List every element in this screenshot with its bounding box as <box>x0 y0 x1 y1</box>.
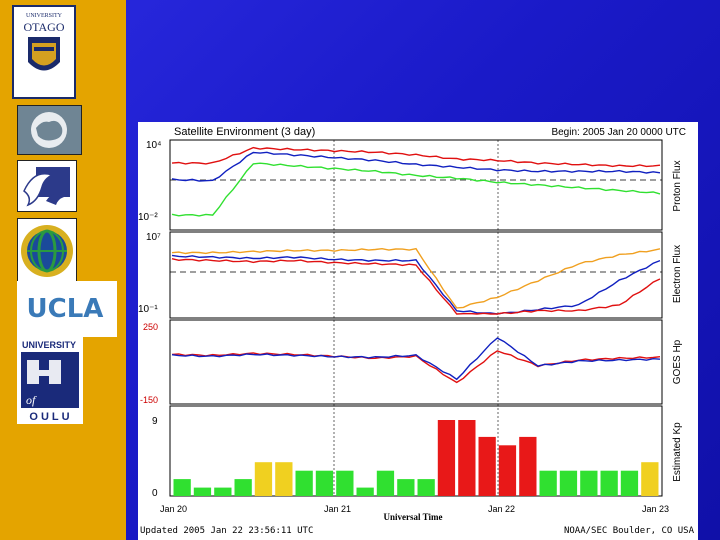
logo-sidebar: UNIVERSITY OTAGO UCLA UNIVERSITY of OULU <box>0 0 126 540</box>
antarctic-logo <box>17 105 82 155</box>
kp-bar-2 <box>214 487 232 496</box>
electron-ylabel: Electron Flux <box>672 245 683 303</box>
dolphin-logo <box>17 160 77 212</box>
kp-bar-0 <box>173 479 191 496</box>
electron-ytick-top: 10⁷ <box>146 232 161 243</box>
goes-satellite-environment-chart: Satellite Environment (3 day) Begin: 200… <box>138 126 695 536</box>
kp-bar-17 <box>519 436 537 496</box>
otago-logo: UNIVERSITY OTAGO <box>12 5 76 99</box>
kp-ytick-bottom: 0 <box>152 488 158 499</box>
x-axis-label: Universal Time <box>384 512 443 522</box>
kp-bar-12 <box>417 479 435 496</box>
kp-bar-8 <box>336 470 354 496</box>
chart-frame: Satellite Environment (3 day) Begin: 200… <box>138 122 698 540</box>
goes-hp-panel <box>169 319 663 405</box>
kp-bar-21 <box>600 470 618 496</box>
oulu-bottom: OULU <box>29 411 72 423</box>
kp-ylabel: Estimated Kp <box>672 422 683 482</box>
xtick-jan21: Jan 21 <box>324 504 351 514</box>
globe-logo <box>17 218 77 285</box>
chart-title: Satellite Environment (3 day) <box>174 126 315 138</box>
kp-bar-13 <box>437 420 456 496</box>
kp-bar-14 <box>458 420 476 496</box>
footer-updated: Updated 2005 Jan 22 23:56:11 UTC <box>140 526 313 536</box>
kp-bar-4 <box>254 462 273 496</box>
proton-ytick-bottom: 10⁻² <box>138 212 158 223</box>
goes-ytick-bottom: -150 <box>140 395 158 405</box>
oulu-logo: UNIVERSITY of OULU <box>17 336 83 424</box>
xtick-jan22: Jan 22 <box>488 504 515 514</box>
xtick-jan23: Jan 23 <box>642 504 669 514</box>
kp-bar-19 <box>559 470 578 496</box>
kp-bar-10 <box>376 470 395 496</box>
ucla-logo: UCLA <box>17 281 117 337</box>
goes-ytick-top: 250 <box>143 322 158 332</box>
proton-ylabel: Proton Flux <box>672 160 683 211</box>
kp-bar-9 <box>356 487 374 496</box>
kp-ytick-top: 9 <box>152 416 158 427</box>
kp-bar-6 <box>295 470 313 496</box>
kp-bar-3 <box>234 479 252 496</box>
kp-bar-7 <box>315 470 334 496</box>
electron-ytick-bottom: 10⁻¹ <box>138 304 158 315</box>
footer-credit: NOAA/SEC Boulder, CO USA <box>564 526 695 536</box>
kp-bar-1 <box>193 487 212 496</box>
otago-line2: OTAGO <box>23 20 64 34</box>
electron-panel <box>169 231 663 319</box>
ucla-text: UCLA <box>27 294 104 324</box>
kp-bar-11 <box>397 479 415 496</box>
kp-bar-18 <box>539 470 557 496</box>
xtick-jan20: Jan 20 <box>160 504 187 514</box>
kp-bar-23 <box>641 462 659 496</box>
otago-line1: UNIVERSITY <box>26 13 63 19</box>
kp-bar-16 <box>498 445 517 496</box>
proton-ytick-top: 10⁴ <box>146 140 161 151</box>
oulu-top: UNIVERSITY <box>22 340 76 350</box>
kp-bar-15 <box>478 436 496 496</box>
kp-bar-22 <box>620 470 639 496</box>
kp-bar-5 <box>275 462 293 496</box>
begin-label: Begin: 2005 Jan 20 0000 UTC <box>551 127 686 138</box>
kp-bar-20 <box>580 470 598 496</box>
goes-ylabel: GOES Hp <box>672 339 683 384</box>
